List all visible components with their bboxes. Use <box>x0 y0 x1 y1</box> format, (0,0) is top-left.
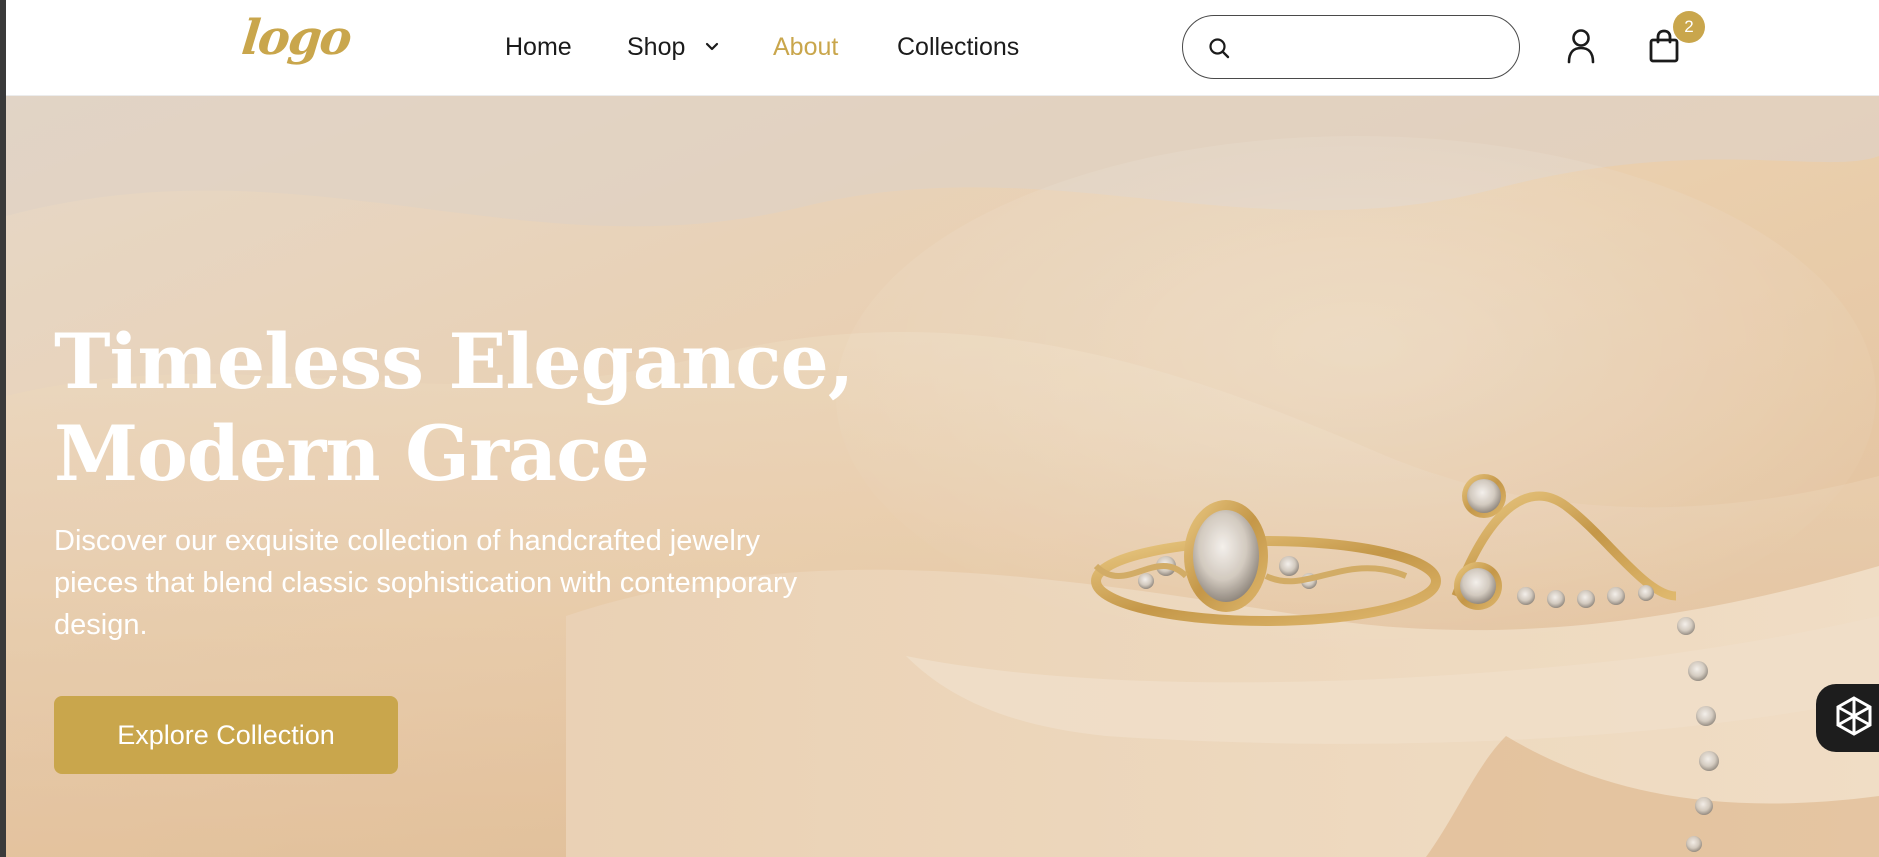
site-logo[interactable]: logo <box>239 10 353 66</box>
nav-item-shop[interactable]: Shop <box>627 30 720 64</box>
nav-item-label: Home <box>505 33 572 61</box>
user-icon[interactable] <box>1566 28 1596 64</box>
hero-title: Timeless Elegance, Modern Grace <box>54 316 954 500</box>
search-icon[interactable] <box>1207 36 1231 60</box>
hero-description: Discover our exquisite collection of han… <box>54 525 798 641</box>
cart-count-badge: 2 <box>1673 11 1705 43</box>
nav-item-label: About <box>773 33 839 61</box>
site-header: logo Home Shop About Collections 2 <box>6 0 1879 96</box>
nav-item-label: Collections <box>897 33 1020 61</box>
nav-item-home[interactable]: Home <box>505 30 572 64</box>
search-input[interactable] <box>1243 26 1503 68</box>
nav-item-collections[interactable]: Collections <box>897 30 1019 64</box>
hero-title-line-1: Timeless Elegance, <box>54 317 854 406</box>
nav-item-about[interactable]: About <box>773 30 838 64</box>
hero-title-line-2: Modern Grace <box>54 409 650 498</box>
page: logo Home Shop About Collections 2 Timel… <box>6 0 1879 857</box>
chevron-down-icon <box>706 42 719 51</box>
explore-collection-button[interactable]: Explore Collection <box>54 696 398 774</box>
search-box[interactable] <box>1182 15 1520 79</box>
chat-widget-button[interactable] <box>1816 684 1879 752</box>
nav-item-label: Shop <box>627 33 686 61</box>
hero-section: Timeless Elegance, Modern Grace Discover… <box>6 96 1879 857</box>
chat-assistant-icon <box>1836 696 1872 736</box>
